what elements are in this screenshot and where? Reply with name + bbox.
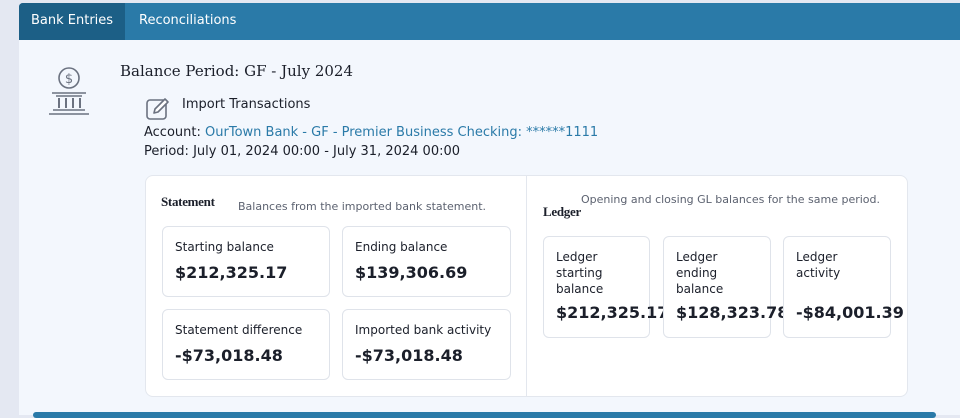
card-label: Ledger activity [796,250,841,280]
starting-balance-card: Starting balance $212,325.17 [162,226,330,297]
ledger-ending-balance-card: Ledger ending balance $128,323.78 [663,236,788,338]
card-value: $212,325.17 [175,263,288,282]
card-value: -$73,018.48 [175,346,283,365]
edit-icon[interactable] [145,96,171,126]
section-divider [526,176,527,396]
card-label: Statement difference [175,323,303,337]
tab-bar: Bank Entries Reconciliations [19,3,960,40]
card-value: $139,306.69 [355,263,468,282]
period-value: July 01, 2024 00:00 - July 31, 2024 00:0… [193,144,461,159]
account-link[interactable]: OurTown Bank - GF - Premier Business Che… [205,125,598,140]
next-section-bar [33,412,936,418]
card-value: $212,325.17 [556,303,669,322]
account-label: Account: [144,125,201,140]
card-label: Starting balance [175,240,274,254]
ledger-title: Ledger [543,204,581,219]
card-label: Imported bank activity [355,323,492,337]
statement-description: Balances from the imported bank statemen… [238,200,486,213]
card-label: Ledger ending balance [676,250,724,296]
card-value: -$73,018.48 [355,346,463,365]
account-info: Account: OurTown Bank - GF - Premier Bus… [144,125,598,140]
ledger-description: Opening and closing GL balances for the … [581,193,880,206]
period-label: Period: [144,144,189,159]
bank-dollar-icon: $ [47,65,93,121]
page-title: Balance Period: GF - July 2024 [120,62,354,80]
tab-reconciliations[interactable]: Reconciliations [127,3,248,40]
main-panel: $ Balance Period: GF - July 2024 Import … [19,40,960,418]
statement-title: Statement [161,194,215,209]
card-label: Ledger starting balance [556,250,604,296]
tab-bank-entries[interactable]: Bank Entries [19,3,126,40]
card-label: Ending balance [355,240,448,254]
period-info: Period: July 01, 2024 00:00 - July 31, 2… [144,144,460,159]
ledger-activity-card: Ledger activity -$84,001.39 [783,236,904,338]
card-value: $128,323.78 [676,303,789,322]
ledger-starting-balance-card: Ledger starting balance $212,325.17 [543,236,668,338]
balance-summary: Statement Balances from the imported ban… [145,175,908,397]
card-value: -$84,001.39 [796,303,904,322]
imported-bank-activity-card: Imported bank activity -$73,018.48 [342,309,511,380]
statement-difference-card: Statement difference -$73,018.48 [162,309,330,380]
svg-text:$: $ [65,72,73,87]
ending-balance-card: Ending balance $139,306.69 [342,226,511,297]
import-transactions-link[interactable]: Import Transactions [182,97,310,112]
